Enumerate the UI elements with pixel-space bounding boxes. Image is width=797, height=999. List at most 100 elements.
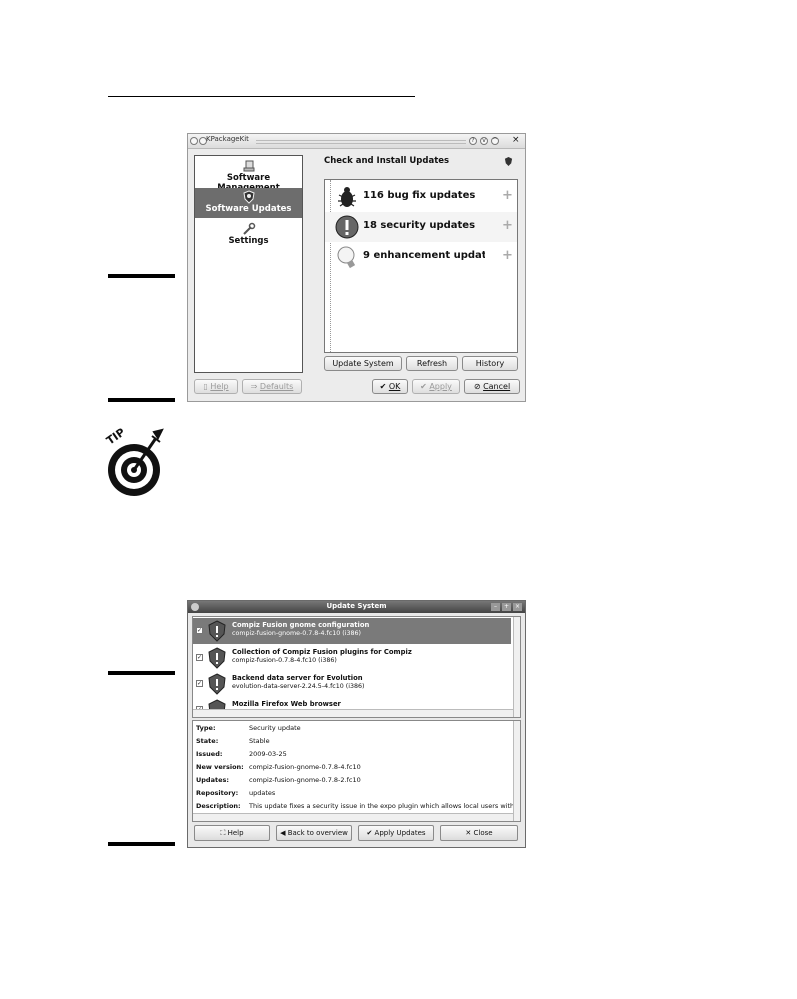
close-icon[interactable]: ×: [513, 603, 522, 611]
refresh-button[interactable]: Refresh: [406, 356, 458, 371]
detail-value: updates: [249, 789, 276, 797]
title-bar: Update System – + ×: [188, 601, 525, 613]
minimize-icon[interactable]: v: [480, 137, 488, 145]
package-checkbox[interactable]: ✓: [196, 627, 203, 634]
detail-row: Description: This update fixes a security…: [196, 800, 514, 813]
horizontal-scrollbar[interactable]: [193, 813, 513, 821]
help-icon[interactable]: ?: [469, 137, 477, 145]
help-button[interactable]: ▯ Help: [194, 379, 238, 394]
warning-icon: [335, 215, 359, 239]
package-icon: [243, 160, 254, 172]
detail-value: 2009-03-25: [249, 750, 287, 758]
shield-icon: [242, 190, 255, 204]
expand-icon[interactable]: +: [502, 188, 513, 203]
list-item[interactable]: ✓ Collection of Compiz Fusion plugins fo…: [193, 645, 511, 671]
detail-row: Type: Security update: [196, 722, 514, 735]
package-list: ✓ Compiz Fusion gnome configuration comp…: [192, 616, 521, 718]
detail-value: compiz-fusion-gnome-0.7.8-4.fc10: [249, 763, 361, 771]
update-details: Type: Security update State: Stable Issued…: [192, 720, 521, 822]
detail-key: Type:: [196, 724, 216, 732]
shield-icon: [504, 157, 513, 166]
apply-button[interactable]: ✔ Apply: [412, 379, 460, 394]
package-name: Collection of Compiz Fusion plugins for …: [232, 648, 412, 656]
ok-button[interactable]: ✔ OK: [372, 379, 408, 394]
package-checkbox[interactable]: ✓: [196, 680, 203, 687]
detail-key: Description:: [196, 802, 241, 810]
expand-icon[interactable]: +: [502, 248, 513, 263]
package-version: compiz-fusion-gnome-0.7.8-4.fc10 (i386): [232, 630, 361, 637]
cancel-button[interactable]: ⊘ Cancel: [464, 379, 520, 394]
back-arrow-icon: ◀: [280, 829, 288, 837]
apply-updates-button[interactable]: ✔ Apply Updates: [358, 825, 434, 841]
package-name: Backend data server for Evolution: [232, 674, 363, 682]
margin-rule: [108, 671, 175, 675]
list-item[interactable]: ✓ Compiz Fusion gnome configuration comp…: [193, 618, 511, 644]
detail-key: State:: [196, 737, 219, 745]
detail-key: Updates:: [196, 776, 229, 784]
security-update-icon: [208, 673, 226, 695]
sidebar-item-software-management[interactable]: Software Management: [195, 159, 302, 193]
tip-icon: TIP: [104, 424, 168, 498]
app-menu-icon[interactable]: [190, 137, 198, 145]
page-title: Check and Install Updates: [324, 156, 450, 166]
package-name: Compiz Fusion gnome configuration: [232, 621, 370, 629]
bug-icon: [338, 187, 356, 207]
close-button[interactable]: ✕ Close: [440, 825, 518, 841]
title-grip: [256, 140, 466, 144]
detail-key: New version:: [196, 763, 244, 771]
history-button[interactable]: History: [462, 356, 518, 371]
detail-value: compiz-fusion-gnome-0.7.8-2.fc10: [249, 776, 361, 784]
sidebar-item-settings[interactable]: Settings: [195, 222, 302, 250]
margin-rule: [108, 274, 175, 278]
sidebar-item-label: Software Updates: [205, 204, 292, 214]
package-version: evolution-data-server-2.24.5-4.fc10 (i38…: [232, 683, 365, 690]
vertical-scrollbar[interactable]: [513, 721, 520, 821]
security-update-icon: [208, 647, 226, 669]
list-item[interactable]: 18 security updates +: [325, 212, 517, 242]
kpackagekit-window: KPackageKit ? v ^ × Software Management …: [187, 133, 526, 402]
list-item[interactable]: 9 enhancement updates +: [325, 242, 517, 272]
detail-row: Updates: compiz-fusion-gnome-0.7.8-2.fc10: [196, 774, 514, 787]
margin-rule: [108, 842, 175, 846]
update-label: 9 enhancement updates: [363, 250, 485, 261]
horizontal-scrollbar[interactable]: [193, 709, 513, 717]
package-checkbox[interactable]: ✓: [196, 654, 203, 661]
list-item[interactable]: ✓ Backend data server for Evolution evol…: [193, 671, 511, 697]
close-icon: ✕: [465, 829, 474, 837]
back-to-overview-button[interactable]: ◀ Back to overview: [276, 825, 352, 841]
sidebar-item-software-updates[interactable]: Software Updates: [195, 188, 302, 218]
update-system-window: Update System – + × ✓ Compiz Fusion gnom…: [187, 600, 526, 848]
minimize-icon[interactable]: –: [491, 603, 500, 611]
detail-value: Stable: [249, 737, 270, 745]
list-item[interactable]: 116 bug fix updates +: [325, 182, 517, 212]
page-rule-top: [108, 96, 415, 97]
detail-row: New version: compiz-fusion-gnome-0.7.8-4.…: [196, 761, 514, 774]
update-system-button[interactable]: Update System: [324, 356, 402, 371]
help-icon: ⛶: [220, 829, 228, 837]
detail-row: Issued: 2009-03-25: [196, 748, 514, 761]
update-category-list: 116 bug fix updates + 18 security update…: [324, 179, 518, 353]
maximize-icon[interactable]: +: [502, 603, 511, 611]
wrench-icon: [242, 222, 255, 235]
detail-key: Issued:: [196, 750, 223, 758]
vertical-scrollbar[interactable]: [513, 617, 520, 717]
security-update-icon: [208, 620, 226, 642]
title-bar: KPackageKit ? v ^ ×: [188, 134, 525, 149]
margin-rule: [108, 398, 175, 402]
check-icon: ✔: [366, 829, 375, 837]
close-icon[interactable]: ×: [512, 135, 520, 145]
package-name: Mozilla Firefox Web browser: [232, 700, 341, 708]
update-label: 116 bug fix updates: [363, 190, 476, 201]
detail-value: Security update: [249, 724, 301, 732]
sidebar: Software Management Software Updates Set…: [194, 155, 303, 373]
cancel-icon: ⊘: [473, 382, 484, 391]
package-version: compiz-fusion-0.7.8-4.fc10 (i386): [232, 657, 337, 664]
help-button[interactable]: ⛶ Help: [194, 825, 270, 841]
defaults-button[interactable]: ⇒ Defaults: [242, 379, 302, 394]
expand-icon[interactable]: +: [502, 218, 513, 233]
detail-key: Repository:: [196, 789, 239, 797]
maximize-icon[interactable]: ^: [491, 137, 499, 145]
sidebar-item-label: Settings: [228, 236, 269, 246]
lightbulb-icon: [337, 246, 356, 269]
defaults-icon: ⇒: [250, 382, 260, 391]
